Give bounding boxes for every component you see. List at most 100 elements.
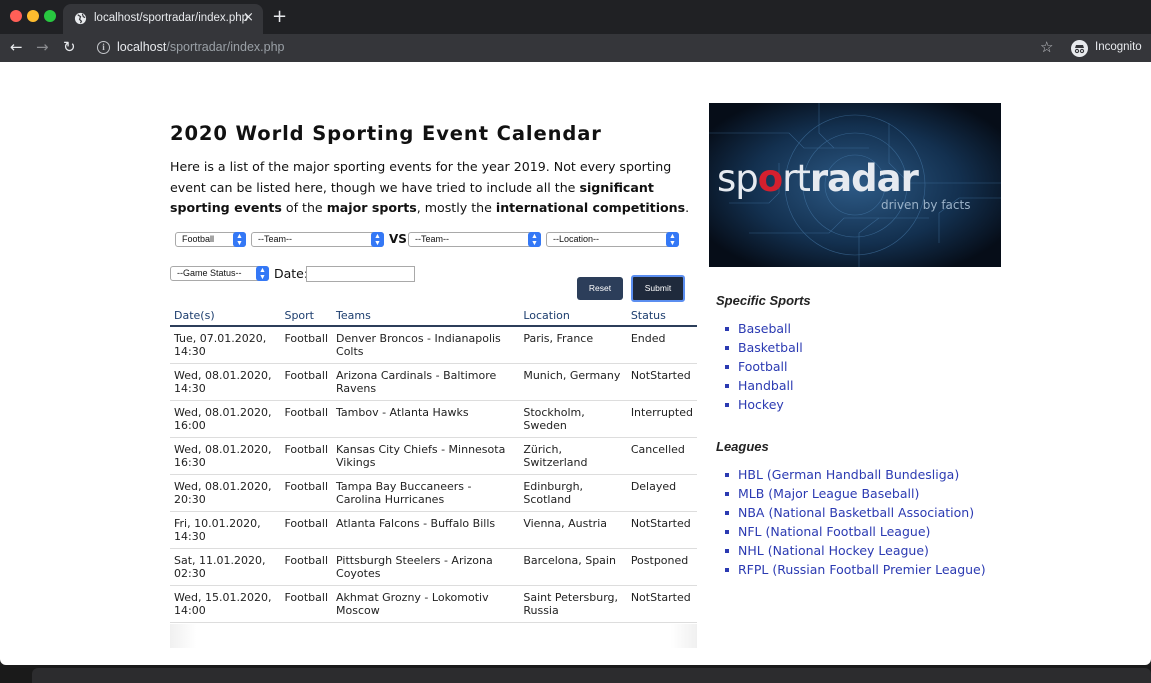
cell-teams: Kansas City Chiefs - Minnesota Vikings (332, 437, 520, 475)
logo-tagline: driven by facts (881, 198, 970, 212)
cell-teams: Arizona Cardinals - Baltimore Ravens (332, 363, 520, 401)
column-header-status[interactable]: Status (626, 305, 697, 327)
column-header-dates[interactable]: Date(s) (170, 305, 281, 327)
close-window-icon[interactable] (10, 10, 22, 22)
macos-dock (0, 665, 1151, 683)
minimize-window-icon[interactable] (27, 10, 39, 22)
bullet-icon (725, 548, 729, 553)
sport-link-football[interactable]: Football (725, 359, 803, 378)
leagues-heading: Leagues (716, 439, 769, 454)
league-link-label: NBA (National Basketball Association) (738, 505, 975, 520)
league-link-label: NHL (National Hockey League) (738, 543, 929, 558)
table-row: Sat, 11.01.2020, 02:30 Football Pittsburgh… (170, 548, 697, 586)
intro-bold-2: major sports (326, 200, 417, 216)
incognito-label: Incognito (1095, 41, 1142, 53)
cell-teams: Akhmat Grozny - Lokomotiv Moscow (332, 585, 520, 623)
incognito-icon[interactable] (1071, 40, 1088, 57)
league-link-nhl[interactable]: NHL (National Hockey League) (725, 543, 986, 562)
chevron-updown-icon: ▲ ▼ (528, 232, 541, 247)
bullet-icon (725, 364, 729, 369)
chevron-updown-icon: ▲ ▼ (233, 232, 246, 247)
cell-status: NotStarted (626, 363, 697, 401)
sport-link-handball[interactable]: Handball (725, 378, 803, 397)
cell-status: NotStarted (626, 585, 697, 623)
leagues-list: HBL (German Handball Bundesliga) MLB (Ma… (725, 467, 986, 581)
table-footer-shadow (170, 624, 697, 648)
date-input[interactable] (306, 266, 415, 282)
sport-link-label: Handball (738, 378, 794, 393)
sport-select[interactable]: Football ▲ ▼ (175, 232, 246, 247)
sport-select-value: Football (182, 234, 215, 244)
bookmark-star-icon[interactable]: ☆ (1040, 38, 1053, 56)
league-link-hbl[interactable]: HBL (German Handball Bundesliga) (725, 467, 986, 486)
chevron-updown-icon: ▲ ▼ (371, 232, 384, 247)
browser-toolbar: ← → ↻ i localhost/sportradar/index.php ☆… (0, 34, 1151, 62)
league-link-label: RFPL (Russian Football Premier League) (738, 562, 986, 577)
intro-text-2: of the (281, 200, 327, 216)
new-tab-button[interactable]: + (272, 6, 287, 27)
events-table: Date(s) Sport Teams Location Status Tue,… (170, 305, 697, 623)
sport-link-baseball[interactable]: Baseball (725, 321, 803, 340)
intro-text-3: , mostly the (416, 200, 496, 216)
cell-status: Ended (626, 326, 697, 364)
reload-icon[interactable]: ↻ (63, 38, 76, 56)
sport-link-label: Baseball (738, 321, 791, 336)
league-link-mlb[interactable]: MLB (Major League Baseball) (725, 486, 986, 505)
browser-tab[interactable]: localhost/sportradar/index.php × (63, 4, 263, 34)
globe-icon (74, 12, 87, 25)
cell-location: Edinburgh, Scotland (519, 474, 627, 512)
game-status-select[interactable]: --Game Status-- ▲ ▼ (170, 266, 269, 281)
table-header-row: Date(s) Sport Teams Location Status (170, 305, 697, 327)
url-host: localhost (117, 40, 167, 54)
table-row: Fri, 10.01.2020, 14:30 Football Atlanta Fa… (170, 511, 697, 549)
sportradar-logo: sportradar driven by facts (709, 103, 1001, 267)
back-arrow-icon[interactable]: ← (10, 38, 23, 56)
cell-teams: Atlanta Falcons - Buffalo Bills (332, 511, 520, 549)
cell-location: Vienna, Austria (519, 511, 627, 549)
web-page: 2020 World Sporting Event Calendar Here … (0, 62, 1151, 665)
bullet-icon (725, 567, 729, 572)
league-link-rfpl[interactable]: RFPL (Russian Football Premier League) (725, 562, 986, 581)
sport-link-hockey[interactable]: Hockey (725, 397, 803, 416)
address-bar[interactable]: localhost/sportradar/index.php (117, 40, 284, 54)
cell-location: Munich, Germany (519, 363, 627, 401)
location-select[interactable]: --Location-- ▲ ▼ (546, 232, 679, 247)
intro-text-4: . (685, 200, 690, 216)
tab-close-icon[interactable]: × (243, 10, 254, 25)
browser-tab-bar: localhost/sportradar/index.php × + (0, 0, 1151, 34)
cell-sport: Football (280, 363, 333, 401)
cell-teams: Denver Broncos - Indianapolis Colts (332, 326, 520, 364)
game-status-select-value: --Game Status-- (177, 268, 242, 278)
cell-status: Postponed (626, 548, 697, 586)
league-link-label: HBL (German Handball Bundesliga) (738, 467, 960, 482)
cell-sport: Football (280, 474, 333, 512)
table-row: Wed, 08.01.2020, 16:00 Football Tambov - A… (170, 400, 697, 438)
logo-wordmark: sportradar (717, 157, 920, 200)
chevron-updown-icon: ▲ ▼ (256, 266, 269, 281)
reset-button[interactable]: Reset (577, 277, 623, 300)
bullet-icon (725, 402, 729, 407)
cell-location: Paris, France (519, 326, 627, 364)
cell-location: Saint Petersburg, Russia (519, 585, 627, 623)
league-link-nfl[interactable]: NFL (National Football League) (725, 524, 986, 543)
intro-bold-3: international competitions (495, 200, 686, 216)
cell-status: NotStarted (626, 511, 697, 549)
site-info-icon[interactable]: i (97, 41, 110, 54)
page-title: 2020 World Sporting Event Calendar (170, 122, 602, 145)
league-link-nba[interactable]: NBA (National Basketball Association) (725, 505, 986, 524)
column-header-teams[interactable]: Teams (332, 305, 520, 327)
tab-title: localhost/sportradar/index.php (94, 12, 249, 24)
table-row: Wed, 08.01.2020, 20:30 Football Tampa Bay … (170, 474, 697, 512)
date-label: Date: (274, 266, 309, 281)
team1-select[interactable]: --Team-- ▲ ▼ (251, 232, 384, 247)
cell-date: Wed, 08.01.2020, 16:00 (170, 400, 281, 438)
column-header-location[interactable]: Location (519, 305, 627, 327)
maximize-window-icon[interactable] (44, 10, 56, 22)
column-header-sport[interactable]: Sport (280, 305, 333, 327)
sport-link-basketball[interactable]: Basketball (725, 340, 803, 359)
chevron-updown-icon: ▲ ▼ (666, 232, 679, 247)
forward-arrow-icon[interactable]: → (36, 38, 49, 56)
cell-date: Tue, 07.01.2020, 14:30 (170, 326, 281, 364)
submit-button[interactable]: Submit (631, 275, 685, 302)
team2-select[interactable]: --Team-- ▲ ▼ (408, 232, 541, 247)
